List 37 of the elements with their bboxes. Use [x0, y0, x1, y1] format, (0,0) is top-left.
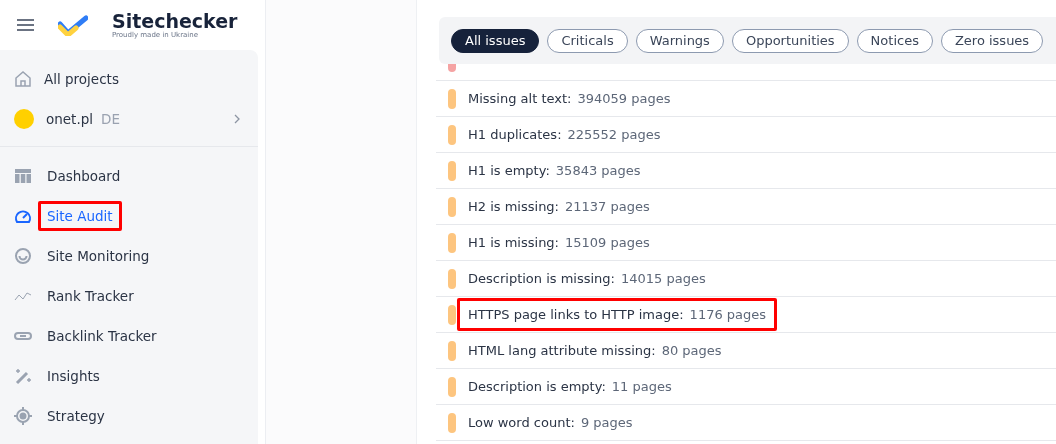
nav-item[interactable]: All projects	[44, 71, 119, 87]
logo-icon	[58, 14, 88, 36]
issue-label[interactable]: HTTPS page links to HTTP image: 1176 pages	[457, 298, 778, 331]
project-name[interactable]: onet.pl	[46, 111, 94, 127]
filter-chip[interactable]: Zero issues	[940, 28, 1044, 53]
nav-item[interactable]: Dashboard	[38, 161, 130, 191]
project-region: DE	[101, 111, 120, 127]
filter-chip[interactable]: Criticals	[547, 28, 628, 53]
nav-item[interactable]: Backlink Tracker	[38, 321, 166, 351]
issue-label[interactable]: H1 duplicates: 225552 pages	[457, 118, 672, 151]
issue-label[interactable]: H1 is missing: 15109 pages	[457, 226, 661, 259]
home-icon	[14, 70, 32, 88]
filter-chip[interactable]: Notices	[856, 28, 933, 53]
issue-label[interactable]: Description is missing: 14015 pages	[457, 262, 717, 295]
radar-icon	[14, 247, 32, 265]
nav-item[interactable]: Site Audit	[38, 201, 122, 231]
project-dot-icon	[14, 109, 34, 129]
menu-icon[interactable]	[17, 19, 34, 31]
issue-label[interactable]: H2 is missing: 21137 pages	[457, 190, 661, 223]
issue-label[interactable]: HTML lang attribute missing: 80 pages	[457, 334, 733, 367]
issue-label[interactable]: Low word count: 9 pages	[457, 406, 644, 439]
issue-label[interactable]: H1 is empty: 35843 pages	[457, 154, 652, 187]
table-icon	[14, 167, 32, 185]
brand-name: Sitechecker	[112, 11, 238, 31]
issue-label[interactable]: Description is empty: 11 pages	[457, 370, 683, 403]
nav-item[interactable]: Site Monitoring	[38, 241, 159, 271]
filter-chip[interactable]: Opportunities	[731, 28, 849, 53]
gauge-icon	[14, 207, 32, 225]
filter-chip[interactable]: All issues	[451, 28, 540, 53]
chevron-right-icon[interactable]	[234, 114, 240, 124]
target-icon	[14, 407, 32, 425]
nav-item[interactable]: Strategy	[38, 401, 114, 431]
nav-item[interactable]: Rank Tracker	[38, 281, 143, 311]
nav-item[interactable]: Insights	[38, 361, 109, 391]
filter-chip[interactable]: Warnings	[635, 28, 724, 53]
issue-label[interactable]: Missing alt text: 394059 pages	[457, 82, 682, 115]
magic-wand-icon	[14, 367, 32, 385]
